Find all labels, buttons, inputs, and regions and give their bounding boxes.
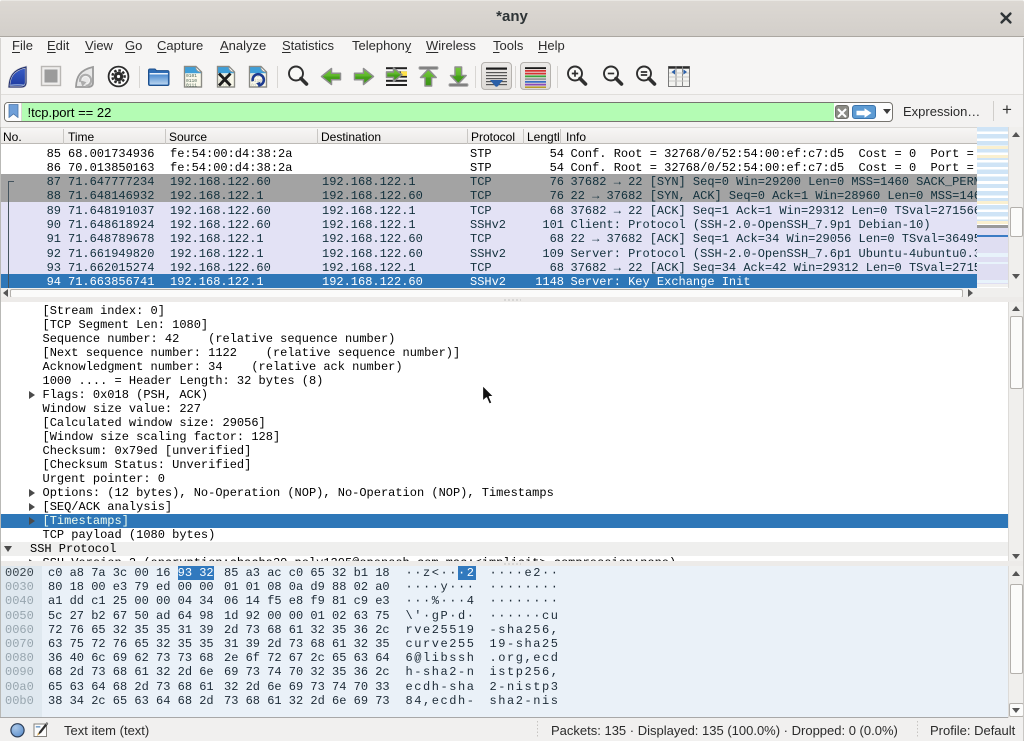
svg-text:0111: 0111	[186, 82, 197, 88]
